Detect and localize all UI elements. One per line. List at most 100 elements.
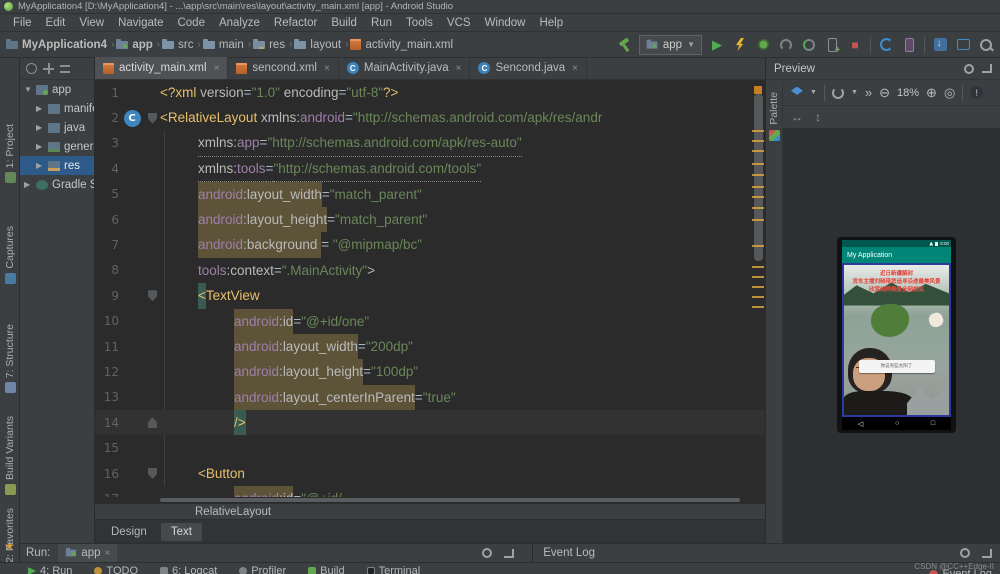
hide-panel-icon[interactable] [982,549,992,558]
device-preview[interactable]: 8:00 My Application 近日新疆解封货车 [837,237,956,433]
code-editor[interactable]: 1<?xml version="1.0" encoding="utf-8"?>2… [95,80,765,497]
gear-icon[interactable] [960,548,970,558]
close-icon[interactable]: × [104,548,110,559]
close-icon[interactable]: × [572,63,578,74]
sdk-manager-icon[interactable] [932,37,948,53]
tree-expand-arrow[interactable]: ▶ [36,161,44,170]
orientation-icon[interactable] [832,87,844,99]
menu-item-code[interactable]: Code [170,17,212,29]
editor-tab-mainactivity.java[interactable]: CMainActivity.java× [339,57,471,79]
breadcrumb-res[interactable]: res [253,39,285,51]
chevron-down-icon[interactable]: ▼ [851,89,858,96]
status-bar-item-profiler[interactable]: Profiler [239,565,286,574]
fold-marker-icon[interactable] [148,113,157,124]
tool-strip-7-structure[interactable]: 7: Structure [0,324,20,393]
menu-item-run[interactable]: Run [364,17,399,29]
menu-item-refactor[interactable]: Refactor [267,17,324,29]
mode-tab-design[interactable]: Design [101,523,157,541]
breadcrumb-main[interactable]: main [203,39,244,51]
tree-item-java[interactable]: ▶java [20,118,94,137]
hide-panel-icon[interactable] [982,64,992,73]
render-errors-icon[interactable]: ! [970,86,983,99]
breadcrumb-relativelayout[interactable]: RelativeLayout [195,506,271,518]
editor-tab-sencond.java[interactable]: CSencond.java× [470,57,587,79]
fold-marker-icon[interactable] [148,417,157,428]
close-icon[interactable]: × [456,63,462,74]
fold-marker-icon[interactable] [148,468,157,479]
status-bar-item-6-logcat[interactable]: 6: Logcat [160,565,217,574]
editor-tab-activity_main.xml[interactable]: activity_main.xml× [95,57,228,79]
mode-tab-text[interactable]: Text [161,523,202,541]
menu-item-window[interactable]: Window [478,17,533,29]
avd-manager-icon[interactable] [901,37,917,53]
breadcrumb-myapplication4[interactable]: MyApplication4 [6,39,107,51]
stop-icon[interactable]: ■ [847,37,863,53]
sync-project-icon[interactable] [878,37,894,53]
design-surface-icon[interactable] [791,87,803,99]
gear-icon[interactable] [964,64,974,74]
debug-icon[interactable] [755,37,771,53]
search-everywhere-icon[interactable] [978,37,994,53]
tree-item-generated[interactable]: ▶generated [20,137,94,156]
resize-horizontal-icon[interactable]: ↔ [791,110,803,124]
menu-item-navigate[interactable]: Navigate [111,17,170,29]
close-icon[interactable]: × [214,63,220,74]
favorites-star-icon[interactable]: ★ [4,540,15,552]
resize-vertical-icon[interactable]: ↕ [815,110,821,124]
breadcrumb-activity_main.xml[interactable]: activity_main.xml [350,39,453,51]
fold-marker-icon[interactable] [148,290,157,301]
tree-item-gradle-scripts[interactable]: ▶Gradle Scripts [20,175,94,194]
menu-item-edit[interactable]: Edit [39,17,73,29]
tree-item-manifests[interactable]: ▶manifests [20,99,94,118]
profiler-icon[interactable] [778,37,794,53]
palette-tab[interactable]: Palette [768,92,780,125]
breadcrumb-app[interactable]: app [116,39,152,51]
more-actions-icon[interactable]: » [865,85,872,100]
status-bar-item-build[interactable]: Build [308,565,344,574]
status-bar-item-4-run[interactable]: 4: Run [28,565,72,574]
tree-item-app[interactable]: ▼app [20,80,94,99]
tool-strip-captures[interactable]: Captures [0,226,20,284]
tree-expand-arrow[interactable]: ▼ [24,85,32,94]
run-tab-app[interactable]: app × [58,544,117,563]
tool-strip-build-variants[interactable]: Build Variants [0,416,20,495]
tree-expand-arrow[interactable]: ▶ [36,104,44,113]
menu-item-help[interactable]: Help [532,17,570,29]
menu-item-tools[interactable]: Tools [399,17,440,29]
select-device-icon[interactable] [824,37,840,53]
close-icon[interactable]: × [324,63,330,74]
hide-panel-icon[interactable] [504,549,514,558]
zoom-fit-icon[interactable]: ◎ [944,85,955,101]
menu-item-file[interactable]: File [6,17,39,29]
breadcrumb-layout[interactable]: layout [294,39,341,51]
build-hammer-icon[interactable] [616,37,632,53]
run-icon[interactable]: ▶ [709,37,725,53]
attach-debugger-icon[interactable] [801,37,817,53]
zoom-out-icon[interactable]: ⊖ [879,85,890,101]
editor-tab-sencond.xml[interactable]: sencond.xml× [228,57,338,79]
run-configuration-dropdown[interactable]: app ▼ [639,35,702,55]
device-file-explorer-icon[interactable] [955,37,971,53]
apply-changes-icon[interactable] [732,37,748,53]
horizontal-scrollbar[interactable] [160,498,740,502]
zoom-in-icon[interactable]: ⊕ [926,85,937,101]
tool-strip-1-project[interactable]: 1: Project [0,124,20,183]
locate-icon[interactable] [43,63,54,74]
event-log-status-button[interactable]: Event Log [929,568,992,574]
status-bar-item-todo[interactable]: TODO [94,565,138,574]
collapse-all-icon[interactable] [60,65,70,73]
chevron-down-icon[interactable]: ▼ [810,89,817,96]
menu-item-analyze[interactable]: Analyze [212,17,267,29]
tree-expand-arrow[interactable]: ▶ [24,180,32,189]
menu-item-vcs[interactable]: VCS [440,17,478,29]
tree-expand-arrow[interactable]: ▶ [36,142,44,151]
code-text: android:layout_width="200dp" [160,334,765,359]
gear-icon[interactable] [482,548,492,558]
status-bar-item-terminal[interactable]: Terminal [367,565,421,574]
tree-expand-arrow[interactable]: ▶ [36,123,44,132]
refresh-icon[interactable] [26,63,37,74]
tree-item-res[interactable]: ▶res [20,156,94,175]
breadcrumb-src[interactable]: src [162,39,193,51]
menu-item-view[interactable]: View [72,17,111,29]
menu-item-build[interactable]: Build [324,17,364,29]
